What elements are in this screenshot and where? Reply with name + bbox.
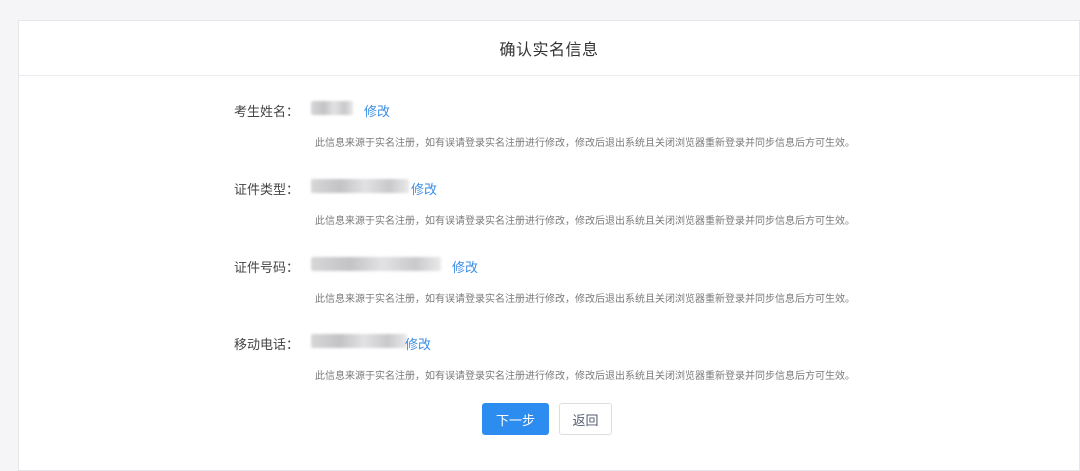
field-label: 证件号码： — [233, 261, 299, 276]
id-type-value-redacted — [311, 179, 409, 193]
edit-mobile-phone-link[interactable]: 修改 — [405, 334, 431, 353]
field-label: 考生姓名： — [233, 105, 299, 120]
field-note: 此信息来源于实名注册，如有误请登录实名注册进行修改，修改后退出系统且关闭浏览器重… — [315, 294, 855, 305]
action-bar: 下一步 返回 — [19, 403, 1079, 435]
id-number-value-redacted — [311, 257, 441, 271]
page-title: 确认实名信息 — [499, 40, 599, 59]
card-header: 确认实名信息 — [19, 21, 1079, 76]
edit-id-type-link[interactable]: 修改 — [411, 179, 437, 198]
confirm-info-card: 确认实名信息 考生姓名： 修改 此信息来源于实名注册，如有误请登录实名注册进行修… — [18, 20, 1080, 471]
candidate-name-value-redacted — [311, 101, 353, 115]
field-note: 此信息来源于实名注册，如有误请登录实名注册进行修改，修改后退出系统且关闭浏览器重… — [315, 371, 855, 382]
field-note: 此信息来源于实名注册，如有误请登录实名注册进行修改，修改后退出系统且关闭浏览器重… — [315, 216, 855, 227]
field-label: 证件类型： — [233, 183, 299, 198]
back-button[interactable]: 返回 — [559, 403, 612, 435]
field-label: 移动电话： — [233, 338, 299, 353]
edit-candidate-name-link[interactable]: 修改 — [364, 101, 390, 120]
field-note: 此信息来源于实名注册，如有误请登录实名注册进行修改，修改后退出系统且关闭浏览器重… — [315, 138, 855, 149]
edit-id-number-link[interactable]: 修改 — [452, 257, 478, 276]
mobile-phone-value-redacted — [311, 334, 407, 348]
next-step-button[interactable]: 下一步 — [482, 403, 549, 435]
